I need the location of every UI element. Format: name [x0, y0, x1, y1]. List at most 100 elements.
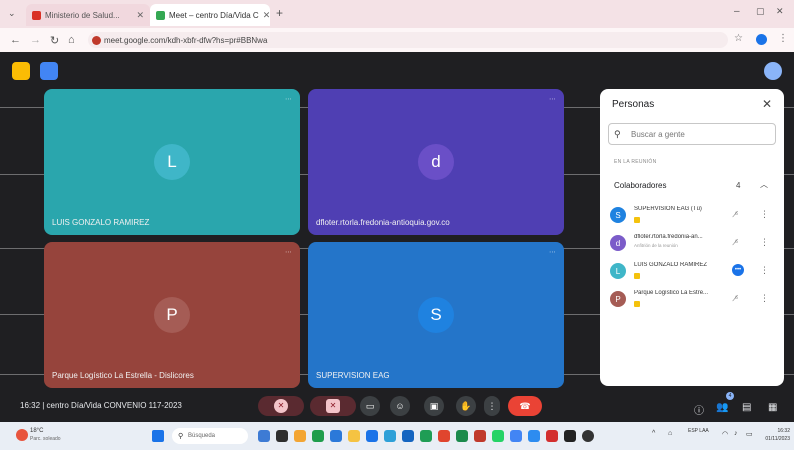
raise-hand-button[interactable]: ✋: [456, 396, 476, 416]
app-icon[interactable]: [420, 430, 432, 442]
mic-toggle-button[interactable]: ✕: [258, 396, 304, 416]
app-icon[interactable]: [330, 430, 342, 442]
activities-icon[interactable]: [12, 62, 30, 80]
app-icon[interactable]: [366, 430, 378, 442]
app-icon[interactable]: [402, 430, 414, 442]
home-icon[interactable]: ⌂: [68, 34, 75, 46]
video-tile-supervision[interactable]: S ⋯ SUPERVISION EAG: [308, 242, 564, 388]
battery-icon[interactable]: ▭: [746, 430, 753, 438]
present-button[interactable]: ▣: [424, 396, 444, 416]
people-search-input[interactable]: Buscar a gente: [608, 123, 776, 145]
reload-icon[interactable]: ↻: [50, 34, 59, 47]
volume-icon[interactable]: ♪: [734, 430, 738, 437]
avatar: P: [154, 297, 190, 333]
participant-role: Anfitrión de la reunión: [634, 243, 678, 248]
new-tab-button[interactable]: +: [276, 6, 283, 20]
tab-ministerio[interactable]: Ministerio de Salud... ✕: [26, 4, 150, 26]
emoji-button[interactable]: ☺: [390, 396, 410, 416]
chrome-icon[interactable]: [312, 430, 324, 442]
wifi-icon[interactable]: ◠: [722, 430, 728, 438]
back-arrow-icon[interactable]: ←: [10, 34, 21, 46]
speaking-icon: •••: [732, 264, 744, 276]
close-window-button[interactable]: ✕: [776, 6, 784, 17]
activities-grid-icon[interactable]: ▦: [768, 402, 777, 413]
profile-avatar[interactable]: [756, 34, 767, 45]
mic-off-icon: ᐞ̸: [734, 294, 739, 303]
tray-icon[interactable]: ⌂: [668, 430, 672, 437]
minimize-button[interactable]: –: [734, 6, 740, 17]
system-clock[interactable]: 16:32 01/11/2023: [760, 427, 790, 443]
leave-call-button[interactable]: ☎: [508, 396, 542, 416]
start-windows-icon[interactable]: [152, 430, 164, 442]
tab-meet[interactable]: Meet – centro Día/Vida C ✕: [150, 4, 270, 26]
participant-row[interactable]: d dfloter.rtorla.fredonia-an... Anfitrió…: [610, 233, 776, 257]
people-icon[interactable]: 👥: [716, 402, 728, 413]
more-options-icon[interactable]: ⋮: [760, 265, 769, 276]
maximize-button[interactable]: ▢: [756, 6, 765, 17]
participant-avatar: S: [610, 207, 626, 223]
tab-title: Meet – centro Día/Vida C: [169, 10, 259, 20]
app-icon[interactable]: [582, 430, 594, 442]
participant-row[interactable]: L LUIS GONZALO RAMIREZ ••• ⋮: [610, 261, 776, 285]
badge-icon: [634, 217, 640, 223]
chat-icon[interactable]: ▤: [742, 402, 751, 413]
app-icon[interactable]: [474, 430, 486, 442]
muted-icon: ⋯: [549, 96, 556, 103]
group-label[interactable]: Colaboradores: [614, 181, 666, 190]
tab-list-chevron-icon[interactable]: ⌄: [8, 8, 16, 19]
language-indicator[interactable]: ESP LAA: [688, 428, 709, 434]
present-icon: ▣: [429, 400, 439, 411]
captions-button[interactable]: ▭: [360, 396, 380, 416]
info-icon[interactable]: ⓘ: [694, 402, 704, 417]
panel-title: Personas: [612, 99, 655, 110]
camera-toggle-button[interactable]: ✕: [310, 396, 356, 416]
whiteboard-icon[interactable]: [40, 62, 58, 80]
tray-chevron-icon[interactable]: ^: [652, 430, 655, 437]
url-text: meet.google.com/kdh-xbfr-dfw?hs=pr#BBNwa: [104, 35, 268, 45]
more-options-icon[interactable]: ⋮: [760, 209, 769, 220]
muted-icon: ⋯: [285, 96, 292, 103]
app-icon[interactable]: [258, 430, 270, 442]
site-info-icon[interactable]: [92, 36, 101, 45]
participant-row[interactable]: P Parque Logístico La Estre... ᐞ̸ ⋮: [610, 289, 776, 313]
more-options-icon: ⋮: [487, 400, 497, 411]
meet-control-bar: 16:32 | centro Día/Vida CONVENIO 117-202…: [0, 388, 794, 422]
captions-icon: ▭: [365, 400, 375, 411]
chevron-up-icon[interactable]: ︿: [760, 179, 768, 190]
app-icon[interactable]: [438, 430, 450, 442]
more-options-icon[interactable]: ⋮: [760, 237, 769, 248]
emoji-icon: ☺: [395, 401, 405, 411]
badge-icon: [634, 273, 640, 279]
app-icon[interactable]: [528, 430, 540, 442]
app-icon[interactable]: [294, 430, 306, 442]
more-options-button[interactable]: ⋮: [484, 396, 500, 416]
weather-icon[interactable]: [16, 429, 28, 441]
participant-avatar: d: [610, 235, 626, 251]
app-icon[interactable]: [564, 430, 576, 442]
video-tile-dfloter[interactable]: d ⋯ dfloter.rtorla.fredonia-antioquia.go…: [308, 89, 564, 235]
video-tile-luis[interactable]: L ⋯ LUIS GONZALO RAMIREZ: [44, 89, 300, 235]
close-panel-button[interactable]: ✕: [762, 97, 772, 111]
video-tile-parque[interactable]: P ⋯ Parque Logístico La Estrella - Disli…: [44, 242, 300, 388]
app-icon[interactable]: [276, 430, 288, 442]
participant-row[interactable]: S SUPERVISION EAG (Tú) ᐞ̸ ⋮: [610, 205, 776, 229]
folder-icon[interactable]: [348, 430, 360, 442]
excel-icon[interactable]: [456, 430, 468, 442]
app-icon[interactable]: [546, 430, 558, 442]
browser-menu-icon[interactable]: ⋮: [778, 33, 788, 44]
chrome-icon[interactable]: [510, 430, 522, 442]
more-options-icon[interactable]: ⋮: [760, 293, 769, 304]
tab-close-icon[interactable]: ✕: [136, 10, 144, 21]
bookmark-star-icon[interactable]: ☆: [734, 33, 743, 44]
mic-off-icon: ᐞ̸: [734, 210, 739, 219]
taskbar-search-input[interactable]: Búsqueda: [172, 428, 248, 444]
tab-close-icon[interactable]: ✕: [263, 10, 270, 21]
app-icon[interactable]: [384, 430, 396, 442]
participant-name: dfloter.rtorla.fredonia-an...: [634, 234, 703, 240]
forward-arrow-icon[interactable]: →: [30, 34, 41, 46]
avatar: d: [418, 144, 454, 180]
weather-status: Parc. soleado: [30, 436, 61, 442]
effects-icon[interactable]: [764, 62, 782, 80]
whatsapp-icon[interactable]: [492, 430, 504, 442]
url-field[interactable]: meet.google.com/kdh-xbfr-dfw?hs=pr#BBNwa: [88, 32, 728, 48]
